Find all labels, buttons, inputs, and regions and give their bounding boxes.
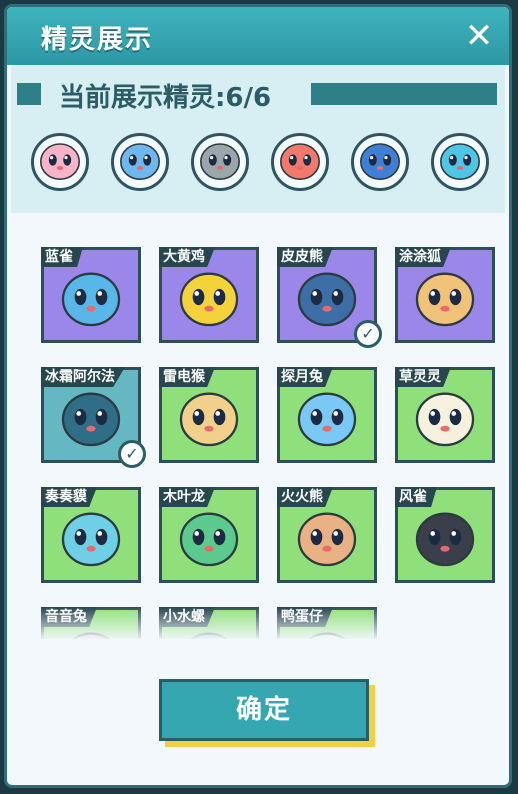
showcase-slot-blue-sprite-avatar[interactable] xyxy=(351,133,409,191)
sprite-name: 涂涂狐 xyxy=(395,247,451,267)
sprite-card[interactable]: 草灵灵 xyxy=(395,367,495,463)
sprite-card[interactable]: 雷电猴 xyxy=(159,367,259,463)
blue-water-sprite-avatar-icon xyxy=(116,136,164,188)
sprite-card[interactable]: 蓝雀 xyxy=(41,247,141,343)
selected-check-icon: ✓ xyxy=(354,320,382,348)
dark-blue-sprite-avatar-icon xyxy=(436,136,484,188)
sprite-name: 蓝雀 xyxy=(41,247,83,267)
showcase-header: 当前展示精灵:6/6 xyxy=(11,77,505,113)
sprite-portrait-icon xyxy=(410,262,480,336)
dialog-title: 精灵展示 xyxy=(41,25,154,55)
sprite-name: 冰霜阿尔法 xyxy=(41,367,125,387)
scroll-fade xyxy=(11,607,505,641)
current-showcase-area: 当前展示精灵:6/6 xyxy=(11,65,505,213)
sprite-portrait-icon xyxy=(410,502,480,576)
sprite-portrait-icon xyxy=(56,262,126,336)
sprite-portrait-icon xyxy=(56,382,126,456)
sprite-portrait-icon xyxy=(292,382,362,456)
sprite-name: 皮皮熊 xyxy=(277,247,333,267)
sprite-card[interactable]: 涂涂狐 xyxy=(395,247,495,343)
sprite-name: 奏奏貘 xyxy=(41,487,97,507)
sprite-grid[interactable]: 蓝雀 大黄鸡 皮皮熊 ✓ 涂涂狐 冰霜阿尔法 ✓ 雷电猴 探月兔 草灵灵 奏奏貘… xyxy=(11,213,505,639)
sprite-showcase-dialog: 精灵展示 ✕ 当前展示精灵:6/6 蓝雀 大黄鸡 皮皮熊 ✓ 涂涂狐 冰霜阿尔法… xyxy=(4,4,512,788)
sprite-name: 草灵灵 xyxy=(395,367,451,387)
sprite-card[interactable]: 冰霜阿尔法 ✓ xyxy=(41,367,146,468)
close-icon[interactable]: ✕ xyxy=(461,18,497,54)
sprite-card[interactable]: 探月兔 xyxy=(277,367,377,463)
penguin-sprite-avatar-icon xyxy=(196,136,244,188)
sprite-card[interactable]: 火火熊 xyxy=(277,487,377,583)
sprite-name: 火火熊 xyxy=(277,487,333,507)
showcase-slot-penguin-sprite-avatar[interactable] xyxy=(191,133,249,191)
sprite-name: 风雀 xyxy=(395,487,437,507)
sprite-name: 大黄鸡 xyxy=(159,247,215,267)
sprite-card[interactable]: 奏奏貘 xyxy=(41,487,141,583)
sprite-portrait-icon xyxy=(174,502,244,576)
pink-sprite-avatar-icon xyxy=(36,136,84,188)
sprite-portrait-icon xyxy=(292,502,362,576)
sprite-portrait-icon xyxy=(174,382,244,456)
sprite-portrait-icon xyxy=(410,382,480,456)
red-fire-sprite-avatar-icon xyxy=(276,136,324,188)
header-bar-right xyxy=(311,83,497,105)
blue-sprite-avatar-icon xyxy=(356,136,404,188)
sprite-portrait-icon xyxy=(174,262,244,336)
sprite-card[interactable]: 大黄鸡 xyxy=(159,247,259,343)
sprite-name: 木叶龙 xyxy=(159,487,215,507)
showcase-slot-dark-blue-sprite-avatar[interactable] xyxy=(431,133,489,191)
showcase-count-label: 当前展示精灵:6/6 xyxy=(59,83,272,113)
sprite-name: 探月兔 xyxy=(277,367,333,387)
sprite-card[interactable]: 木叶龙 xyxy=(159,487,259,583)
sprite-portrait-icon xyxy=(292,262,362,336)
sprite-card[interactable]: 风雀 xyxy=(395,487,495,583)
confirm-button[interactable]: 确定 xyxy=(159,679,369,741)
title-bar: 精灵展示 ✕ xyxy=(7,7,509,65)
sprite-card[interactable]: 皮皮熊 ✓ xyxy=(277,247,382,348)
sprite-portrait-icon xyxy=(56,502,126,576)
showcase-slot-blue-water-sprite-avatar[interactable] xyxy=(111,133,169,191)
sprite-name: 雷电猴 xyxy=(159,367,215,387)
selected-check-icon: ✓ xyxy=(118,440,146,468)
showcase-slot-red-fire-sprite-avatar[interactable] xyxy=(271,133,329,191)
showcase-slot-pink-sprite-avatar[interactable] xyxy=(31,133,89,191)
header-bar-left xyxy=(17,83,41,105)
